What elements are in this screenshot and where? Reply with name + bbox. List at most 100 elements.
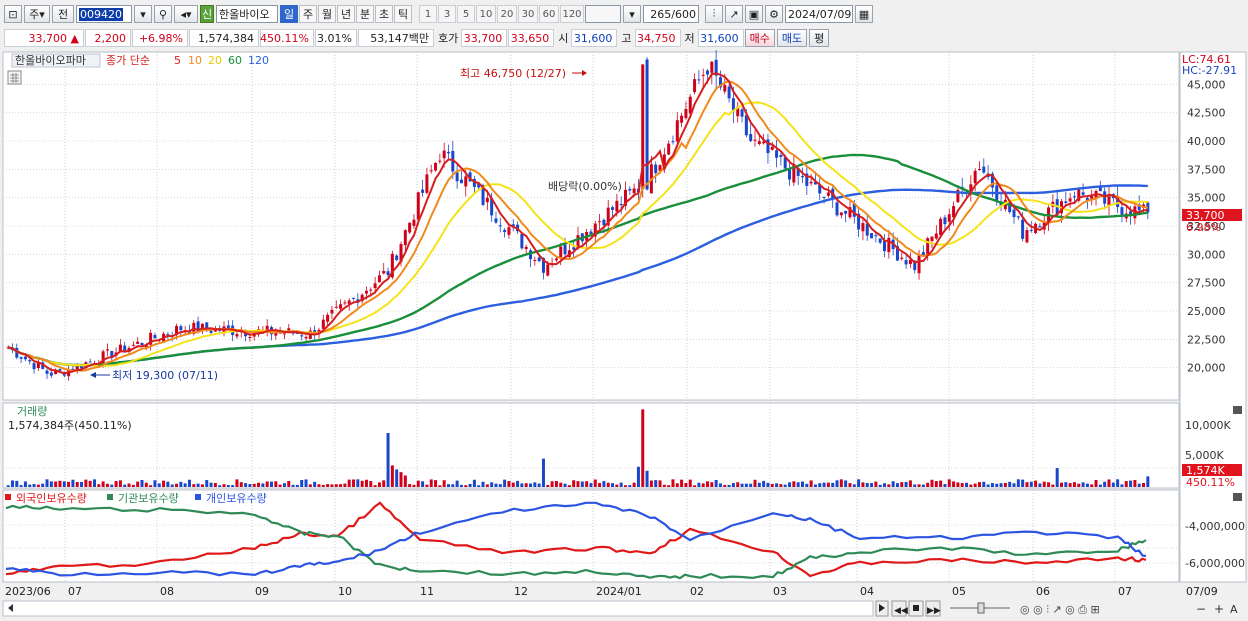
volume-bar	[835, 480, 839, 487]
zoom-in-icon[interactable]: +	[1214, 602, 1224, 616]
holdings-panel-close-icon[interactable]	[1233, 493, 1242, 501]
sound-icon[interactable]: ◂▾	[174, 5, 198, 23]
low-label: 저	[684, 32, 695, 45]
candle-type-icon[interactable]: ⫶	[705, 5, 723, 23]
sell-button[interactable]: 매도	[776, 29, 808, 47]
candle-body	[498, 225, 502, 227]
volume-bar	[291, 484, 295, 487]
candle-body	[503, 229, 507, 233]
candle-body	[559, 246, 563, 259]
tab-month[interactable]: 월	[318, 5, 336, 23]
volume-bar	[1016, 479, 1020, 487]
volume-bar	[606, 482, 610, 487]
zoom-out-icon[interactable]: −	[1196, 602, 1206, 616]
tab-minute[interactable]: 분	[356, 5, 374, 23]
stock-code-input[interactable]: 009420	[76, 5, 132, 23]
volume-bar	[645, 470, 649, 487]
volume-bar	[257, 482, 261, 487]
prev-button[interactable]: 전	[52, 5, 74, 23]
interval-5[interactable]: 5	[457, 5, 475, 23]
date-tick-label: 08	[160, 585, 174, 598]
volume-bar	[623, 485, 627, 487]
interval-20[interactable]: 20	[497, 5, 517, 23]
volume-bar	[1051, 484, 1055, 487]
candle-body	[343, 302, 347, 304]
date-input[interactable]: 2024/07/09	[785, 5, 853, 23]
candle-body	[982, 166, 986, 173]
volume-bar	[762, 480, 766, 487]
candle-body	[45, 370, 49, 374]
count-max: /600	[671, 7, 696, 21]
interval-30[interactable]: 30	[518, 5, 538, 23]
volume-bar	[563, 483, 567, 487]
volume-bar	[416, 480, 420, 487]
volume-bar	[321, 484, 325, 487]
data-table-icon[interactable]	[7, 70, 22, 85]
interval-dropdown-icon[interactable]: ▾	[623, 5, 641, 23]
volume-bar	[939, 480, 943, 487]
candle-body	[598, 221, 602, 223]
volume-bar	[179, 481, 183, 487]
volume-bar	[412, 484, 416, 487]
zoom-slider-handle[interactable]	[977, 602, 985, 614]
eval-button[interactable]: 평	[809, 29, 830, 47]
volume-bar	[1133, 480, 1137, 487]
stock-chart[interactable]: 45,00042,50040,00037,50035,00032,50030,0…	[0, 50, 1248, 621]
candle-body	[1021, 219, 1025, 239]
volume-bar	[1012, 483, 1016, 487]
horizontal-scrollbar[interactable]	[2, 600, 874, 617]
interval-120[interactable]: 120	[560, 5, 584, 23]
holdings-tick-6m: -6,000,000	[1185, 557, 1245, 570]
interval-1[interactable]: 1	[419, 5, 437, 23]
volume-bar	[960, 483, 964, 487]
turnover-rate: 3.01%	[315, 29, 357, 47]
low-annotation: 최저 19,300 (07/11)	[112, 369, 218, 382]
window-menu-icon[interactable]: ⊡	[4, 5, 22, 23]
date-tick-label: 11	[420, 585, 434, 598]
count-field[interactable]: 265/600	[643, 5, 699, 23]
volume-bar	[222, 484, 226, 487]
volume-bar	[49, 481, 53, 487]
tab-tick[interactable]: 틱	[394, 5, 412, 23]
market-select[interactable]: 주 ▾	[24, 5, 50, 23]
buy-button[interactable]: 매수	[744, 29, 775, 47]
tab-week[interactable]: 주	[299, 5, 317, 23]
search-icon[interactable]: ⚲	[154, 5, 172, 23]
volume-bar	[23, 481, 27, 487]
candle-body	[403, 230, 407, 246]
candle-body	[1072, 196, 1076, 198]
volume-bar	[200, 484, 204, 487]
volume-bar	[520, 483, 524, 487]
calendar-icon[interactable]: ▦	[855, 5, 873, 23]
volume-bar	[170, 484, 174, 487]
volume-bar	[559, 482, 563, 487]
candle-body	[537, 257, 541, 262]
candle-body	[1038, 226, 1042, 228]
tab-second[interactable]: 초	[375, 5, 393, 23]
interval-10[interactable]: 10	[476, 5, 496, 23]
interval-60[interactable]: 60	[539, 5, 559, 23]
interval-3[interactable]: 3	[438, 5, 456, 23]
candle-body	[153, 335, 157, 339]
tab-year[interactable]: 년	[337, 5, 355, 23]
code-dropdown-icon[interactable]: ▾	[134, 5, 152, 23]
volume-bar	[218, 485, 222, 487]
volume-bar	[891, 481, 895, 487]
volume-bar	[382, 480, 386, 487]
ask-price: 33,700	[461, 29, 508, 47]
auto-scale-icon[interactable]: A	[1230, 603, 1238, 616]
volume-bar	[783, 484, 787, 487]
custom-interval-input[interactable]	[585, 5, 621, 23]
volume-bar	[157, 483, 161, 487]
candle-body	[429, 170, 433, 172]
volume-panel-close-icon[interactable]	[1233, 406, 1242, 414]
chart-tools-icons[interactable]: ◎ ◎ ⫶ ↗ ◎ ⎙ ⊞	[1020, 603, 1100, 616]
settings-icon[interactable]: ⚙	[765, 5, 783, 23]
draw-tool-icon[interactable]: ↗	[725, 5, 743, 23]
candle-body	[416, 192, 420, 220]
volume-bar	[1120, 484, 1124, 487]
volume-bar	[701, 483, 705, 487]
date-tick-label: 12	[514, 585, 528, 598]
tab-day[interactable]: 일	[280, 5, 298, 23]
save-icon[interactable]: ▣	[745, 5, 763, 23]
